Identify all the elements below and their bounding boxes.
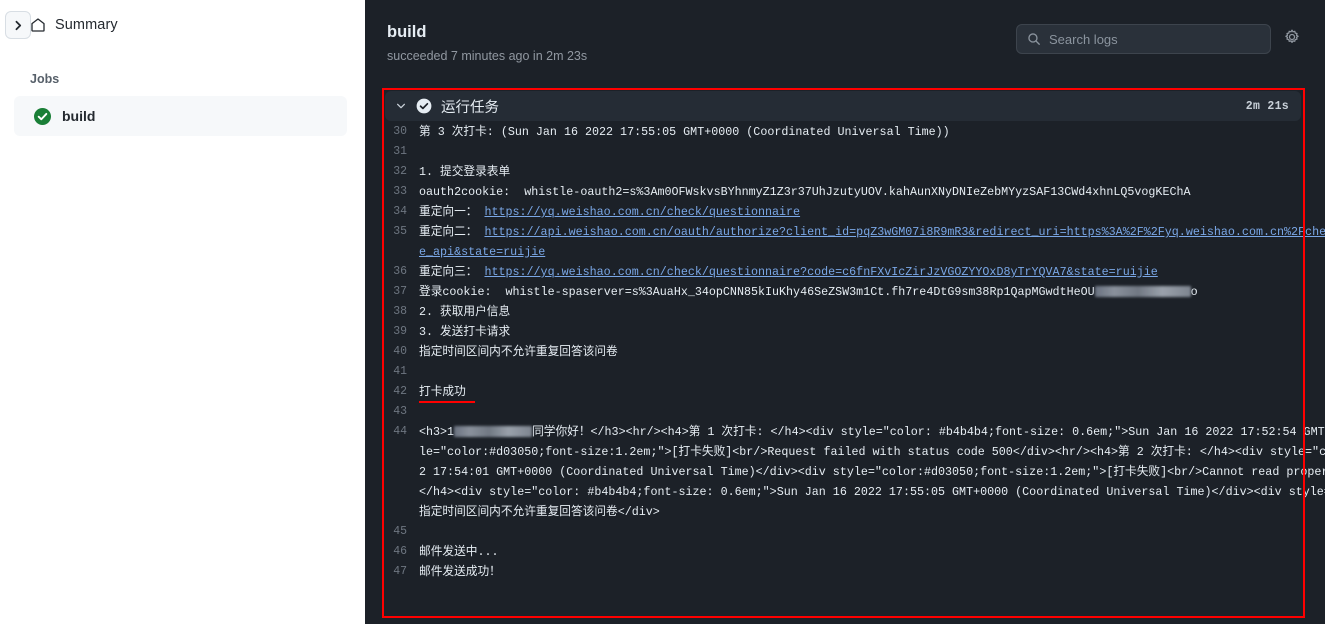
log-header: build succeeded 7 minutes ago in 2m 23s — [365, 0, 1325, 80]
search-input[interactable] — [1049, 31, 1260, 47]
log-line-tail: o — [1190, 285, 1198, 299]
log-line-prefix: 重定向一： — [419, 205, 485, 219]
log-line: 44 <h3>1 同学你好！</h3><hr/><h4>第 1 次打卡: </h4>… — [385, 422, 1325, 522]
workflow-run-page: Summary Jobs build build succeeded 7 min… — [0, 0, 1325, 624]
log-step-header[interactable]: 运行任务 2m 21s — [385, 91, 1301, 121]
log-panel: build succeeded 7 minutes ago in 2m 23s — [365, 0, 1325, 624]
log-step-duration: 2m 21s — [1245, 99, 1289, 113]
log-line: 30 第 3 次打卡: (Sun Jan 16 2022 17:55:05 GMT… — [385, 122, 1325, 142]
log-line-text: 3. 发送打卡请求 — [419, 325, 511, 339]
log-line-number: 43 — [393, 405, 407, 418]
log-line: 37 登录cookie: whistle-spaserver=s%3AuaHx_3… — [385, 282, 1325, 302]
log-line: 36 重定向三： https://yq.weishao.com.cn/check/… — [385, 262, 1325, 282]
annotation-underline — [419, 401, 475, 403]
log-line-number: 31 — [393, 145, 407, 158]
log-line-number: 44 — [393, 425, 407, 438]
sidebar-item-summary[interactable]: Summary — [0, 0, 365, 50]
log-line: 33 oauth2cookie: whistle-oauth2=s%3Am0OFW… — [385, 182, 1325, 202]
log-line-text: 打卡成功 — [419, 385, 466, 399]
jobs-section-heading: Jobs — [30, 72, 60, 86]
search-icon — [1027, 32, 1041, 46]
log-line: 39 3. 发送打卡请求 — [385, 322, 1325, 342]
run-status-text: succeeded 7 minutes ago in 2m 23s — [387, 49, 588, 63]
log-line-prefix: 重定向三： — [419, 265, 485, 279]
log-line-number: 33 — [393, 185, 407, 198]
log-line-text: 邮件发送成功！ — [419, 565, 501, 579]
log-link[interactable]: https://yq.weishao.com.cn/check/question… — [484, 265, 1157, 279]
log-line-text: 1. 提交登录表单 — [419, 165, 511, 179]
log-line-text: 2. 获取用户信息 — [419, 305, 511, 319]
log-step-name: 运行任务 — [441, 99, 499, 116]
log-line-number: 46 — [393, 545, 407, 558]
check-circle-icon — [416, 98, 432, 114]
sidebar: Summary Jobs build — [0, 0, 365, 624]
log-line: 32 1. 提交登录表单 — [385, 162, 1325, 182]
log-line-prefix: 重定向二： — [419, 225, 485, 239]
log-line-text: <h3>1 同学你好！</h3><hr/><h4>第 1 次打卡: </h4><d… — [419, 422, 1325, 522]
sidebar-item-job-build[interactable]: build — [14, 96, 347, 136]
redacted-text — [1094, 286, 1191, 297]
log-html-body: 同学你好！</h3><hr/><h4>第 1 次打卡: </h4><div st… — [419, 425, 1325, 519]
check-circle-success-icon — [34, 107, 51, 125]
log-line: 38 2. 获取用户信息 — [385, 302, 1325, 322]
chevron-right-icon — [15, 20, 21, 30]
log-line-number: 40 — [393, 345, 407, 358]
log-line-number: 30 — [393, 125, 407, 138]
log-line-number: 36 — [393, 265, 407, 278]
log-line-text: 重定向三： https://yq.weishao.com.cn/check/qu… — [419, 262, 1325, 282]
search-logs-box[interactable] — [1016, 24, 1271, 54]
chevron-down-icon — [395, 100, 407, 112]
sidebar-summary-label: Summary — [55, 17, 118, 33]
log-line-number: 34 — [393, 205, 407, 218]
log-line-number: 35 — [393, 225, 407, 238]
log-line: 34 重定向一： https://yq.weishao.com.cn/check/… — [385, 202, 1325, 222]
log-line-number: 41 — [393, 365, 407, 378]
log-line-number: 42 — [393, 385, 407, 398]
log-line-text: 重定向二： https://api.weishao.com.cn/oauth/a… — [419, 222, 1325, 262]
log-line: 47 邮件发送成功！ — [385, 562, 1325, 582]
log-line-text: oauth2cookie: whistle-oauth2=s%3Am0OFWsk… — [419, 185, 1191, 199]
log-line-number: 38 — [393, 305, 407, 318]
log-line-text: 第 3 次打卡: (Sun Jan 16 2022 17:55:05 GMT+0… — [419, 125, 950, 139]
log-line-number: 32 — [393, 165, 407, 178]
page-title: build — [387, 23, 427, 41]
log-line-text: 重定向一： https://yq.weishao.com.cn/check/qu… — [419, 202, 1325, 222]
log-line: 41 — [385, 362, 1325, 382]
log-header-controls — [1016, 16, 1305, 54]
log-line: 35 重定向二： https://api.weishao.com.cn/oauth… — [385, 222, 1325, 262]
log-line: 45 — [385, 522, 1325, 542]
log-line: 46 邮件发送中... — [385, 542, 1325, 562]
log-line-number: 47 — [393, 565, 407, 578]
gear-icon — [1284, 29, 1300, 50]
settings-gear-button[interactable] — [1281, 28, 1303, 50]
log-line: 43 — [385, 402, 1325, 422]
sidebar-job-label: build — [62, 108, 96, 124]
log-line-text: 指定时间区间内不允许重复回答该问卷 — [419, 345, 618, 359]
log-line-number: 37 — [393, 285, 407, 298]
log-html-prefix: <h3>1 — [419, 425, 455, 439]
log-link[interactable]: https://api.weishao.com.cn/oauth/authori… — [419, 225, 1325, 259]
log-line: 42 打卡成功 — [385, 382, 1325, 402]
log-output[interactable]: 30 第 3 次打卡: (Sun Jan 16 2022 17:55:05 GMT… — [385, 122, 1325, 622]
log-line: 40 指定时间区间内不允许重复回答该问卷 — [385, 342, 1325, 362]
log-line: 31 — [385, 142, 1325, 162]
log-line-text: 登录cookie: whistle-spaserver=s%3AuaHx_34o… — [419, 285, 1198, 299]
home-icon — [30, 17, 46, 33]
log-link[interactable]: https://yq.weishao.com.cn/check/question… — [484, 205, 800, 219]
log-line-text: 邮件发送中... — [419, 545, 499, 559]
log-line-number: 39 — [393, 325, 407, 338]
log-line-number: 45 — [393, 525, 407, 538]
log-header-titles: build succeeded 7 minutes ago in 2m 23s — [385, 16, 587, 64]
redacted-text — [454, 426, 533, 437]
expand-sidebar-button[interactable] — [5, 11, 31, 39]
